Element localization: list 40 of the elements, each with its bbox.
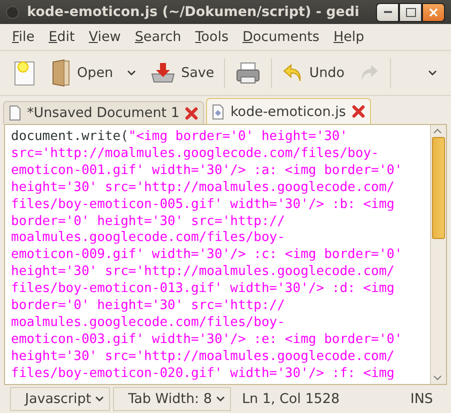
close-icon[interactable] <box>352 105 365 118</box>
door-icon <box>50 59 72 87</box>
close-icon <box>429 8 438 16</box>
vertical-scrollbar[interactable] <box>430 125 446 384</box>
close-icon[interactable] <box>185 106 198 120</box>
new-document-icon <box>14 60 36 86</box>
document-icon <box>212 104 224 120</box>
open-button[interactable]: Open <box>46 55 118 91</box>
maximize-button[interactable] <box>399 2 422 22</box>
minimize-icon <box>384 11 392 13</box>
menu-item[interactable]: Search <box>130 29 190 45</box>
menu-item[interactable]: File <box>7 29 44 45</box>
chevron-icon <box>428 70 437 76</box>
minimize-button[interactable] <box>376 2 399 22</box>
insert-mode: INS <box>409 391 434 407</box>
save-button[interactable]: Save <box>146 55 218 91</box>
menu-item[interactable]: View <box>84 29 130 45</box>
menu-item[interactable]: Documents <box>237 29 328 45</box>
document-tab[interactable]: kode-emoticon.js <box>206 98 371 124</box>
window-menu-icon[interactable] <box>6 6 19 18</box>
tab-label: *Unsaved Document 1 <box>27 105 180 121</box>
language-dropdown[interactable]: Javascript <box>10 387 110 411</box>
maximize-icon <box>406 8 416 16</box>
document-tab[interactable]: *Unsaved Document 1 <box>3 101 204 124</box>
caret-icon <box>216 396 225 402</box>
printer-icon <box>235 61 262 85</box>
menu-item[interactable]: Edit <box>44 29 84 45</box>
caret-icon <box>95 396 104 402</box>
cursor-position: Ln 1, Col 1528 <box>240 391 341 407</box>
undo-button[interactable]: Undo <box>278 55 348 91</box>
menu-item[interactable]: Tools <box>190 29 238 45</box>
close-button[interactable] <box>422 2 445 22</box>
save-icon <box>150 62 176 84</box>
caret-icon <box>127 70 136 76</box>
window-title: kode-emoticon.js (~/Dokumen/script) - gedi <box>27 4 360 20</box>
tab-label: kode-emoticon.js <box>230 104 346 120</box>
document-icon <box>9 105 21 121</box>
scrollbar-thumb[interactable] <box>432 137 445 239</box>
menu-item[interactable]: Help <box>328 29 374 45</box>
tab-width-dropdown[interactable]: Tab Width: 8 <box>113 387 231 411</box>
